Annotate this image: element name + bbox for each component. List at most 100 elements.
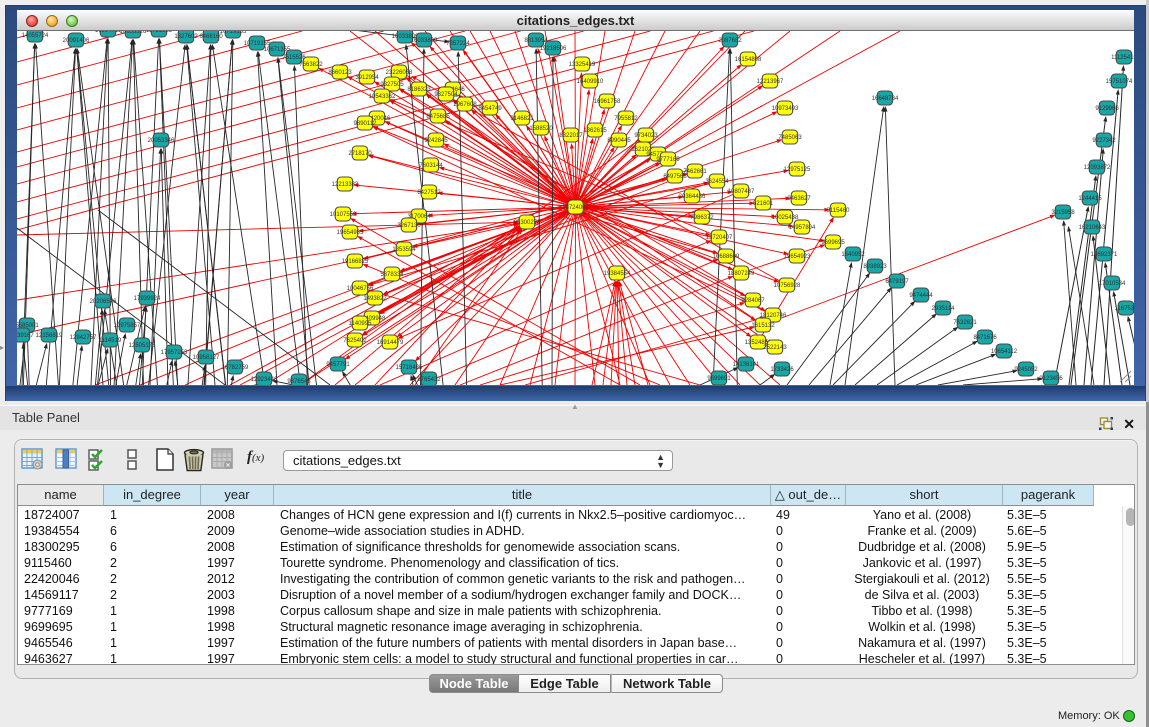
svg-text:14957804: 14957804 [789,225,816,231]
svg-text:20091406: 20091406 [63,38,90,44]
svg-text:11731355: 11731355 [146,31,173,34]
svg-text:2522143: 2522143 [763,345,787,351]
svg-text:15751074: 15751074 [1106,79,1133,85]
svg-text:19654923: 19654923 [784,254,811,260]
svg-text:9227342: 9227342 [1092,138,1116,144]
svg-text:9734023: 9734023 [634,133,658,139]
svg-text:18807249: 18807249 [728,271,755,277]
svg-text:1640952: 1640952 [841,252,865,258]
svg-text:23226058: 23226058 [386,70,413,76]
svg-text:2718170: 2718170 [348,151,372,157]
svg-text:8475685: 8475685 [426,114,450,120]
svg-text:9242845: 9242845 [424,138,448,144]
svg-text:3215958: 3215958 [1051,210,1075,216]
svg-text:2935114: 2935114 [932,306,956,312]
svg-text:1588520: 1588520 [529,126,553,132]
svg-text:14055724: 14055724 [22,33,49,39]
svg-text:1140995: 1140995 [349,321,373,327]
svg-text:17010534: 17010534 [1099,281,1126,287]
svg-text:14136141: 14136141 [733,362,760,368]
svg-text:1353594: 1353594 [392,247,416,253]
svg-text:8186323: 8186323 [407,87,431,93]
svg-text:8660123: 8660123 [328,70,352,76]
svg-text:7986372: 7986372 [690,215,714,221]
svg-text:16914479: 16914479 [377,340,404,346]
svg-text:10107553: 10107553 [330,212,357,218]
svg-text:8990445: 8990445 [607,138,631,144]
svg-text:9777169: 9777169 [656,157,680,163]
svg-text:10807487: 10807487 [728,189,755,195]
svg-text:1615132: 1615132 [751,323,775,329]
svg-text:19166825: 19166825 [342,259,369,265]
svg-text:7955812: 7955812 [614,116,638,122]
svg-text:9876543: 9876543 [287,379,311,385]
svg-text:15716485: 15716485 [396,365,423,371]
svg-text:20206576: 20206576 [90,299,117,305]
svg-text:7462661: 7462661 [683,169,707,175]
svg-text:1362615: 1362615 [583,128,607,134]
svg-text:19218506: 19218506 [540,46,567,52]
svg-text:10653326: 10653326 [120,31,147,35]
svg-text:10688609: 10688609 [713,254,740,260]
svg-text:19384554: 19384554 [604,271,631,277]
svg-text:18724007: 18724007 [562,205,589,211]
svg-text:16210643: 16210643 [1079,225,1106,231]
svg-text:9327505: 9327505 [380,82,404,88]
svg-text:3912954: 3912954 [355,75,379,81]
svg-text:621601: 621601 [753,201,774,207]
svg-text:9699695: 9699695 [821,240,845,246]
svg-text:16994711: 16994711 [95,31,122,34]
svg-text:10756928: 10756928 [774,283,801,289]
svg-text:10719155: 10719155 [220,31,247,35]
svg-text:7485063: 7485063 [778,135,802,141]
svg-text:3267130: 3267130 [397,223,421,229]
svg-text:16154808: 16154808 [735,57,762,63]
svg-text:12213383: 12213383 [332,182,359,188]
svg-text:8322017: 8322017 [559,133,583,139]
svg-text:8813054: 8813054 [524,38,548,44]
svg-text:9115460: 9115460 [827,208,851,214]
svg-text:8938923: 8938923 [863,264,887,270]
svg-text:10543362: 10543362 [369,94,396,100]
svg-text:10958127: 10958127 [193,355,220,361]
svg-text:8471676: 8471676 [973,335,997,341]
svg-text:7603144: 7603144 [419,163,443,169]
svg-text:9245052: 9245052 [1014,367,1038,373]
svg-text:12505175: 12505175 [129,343,156,349]
svg-text:1733426: 1733426 [770,367,794,373]
svg-text:13692371: 13692371 [1091,252,1118,258]
svg-text:12923446: 12923446 [251,377,278,383]
svg-text:2087682: 2087682 [718,38,742,44]
svg-text:9457791: 9457791 [326,362,350,368]
svg-text:10975857: 10975857 [114,323,141,329]
svg-text:16648784: 16648784 [872,96,899,102]
svg-text:9123456: 9123456 [1039,376,1063,382]
svg-text:20364436: 20364436 [679,194,706,200]
svg-text:13720407: 13720407 [706,235,733,241]
svg-text:1493822: 1493822 [363,296,387,302]
svg-text:2967608: 2967608 [453,102,477,108]
svg-text:7663822: 7663822 [299,62,323,68]
svg-text:11125419: 11125419 [1111,55,1134,61]
svg-text:9146821: 9146821 [510,116,534,122]
svg-text:9327504: 9327504 [434,92,458,98]
svg-text:2439167: 2439167 [17,333,34,339]
svg-text:16033809: 16033809 [411,38,438,44]
svg-text:9129966: 9129966 [1095,106,1119,112]
svg-text:10973493: 10973493 [772,106,799,112]
svg-text:8454749: 8454749 [478,106,502,112]
svg-text:17939924: 17939924 [134,296,161,302]
svg-text:7632621: 7632621 [953,320,977,326]
svg-text:1167539: 1167539 [1115,306,1134,312]
svg-text:10025438: 10025438 [772,215,799,221]
svg-text:5878334: 5878334 [380,272,404,278]
svg-text:16782759: 16782759 [222,365,249,371]
svg-text:9463627: 9463627 [787,196,811,202]
svg-text:7357224: 7357224 [446,41,470,47]
svg-text:12942757: 12942757 [70,335,97,341]
svg-text:3624554: 3624554 [705,179,729,185]
svg-text:7625402: 7625402 [343,338,367,344]
svg-text:8765432: 8765432 [417,377,441,383]
svg-text:9284067: 9284067 [741,298,765,304]
svg-text:12975125: 12975125 [784,167,811,173]
